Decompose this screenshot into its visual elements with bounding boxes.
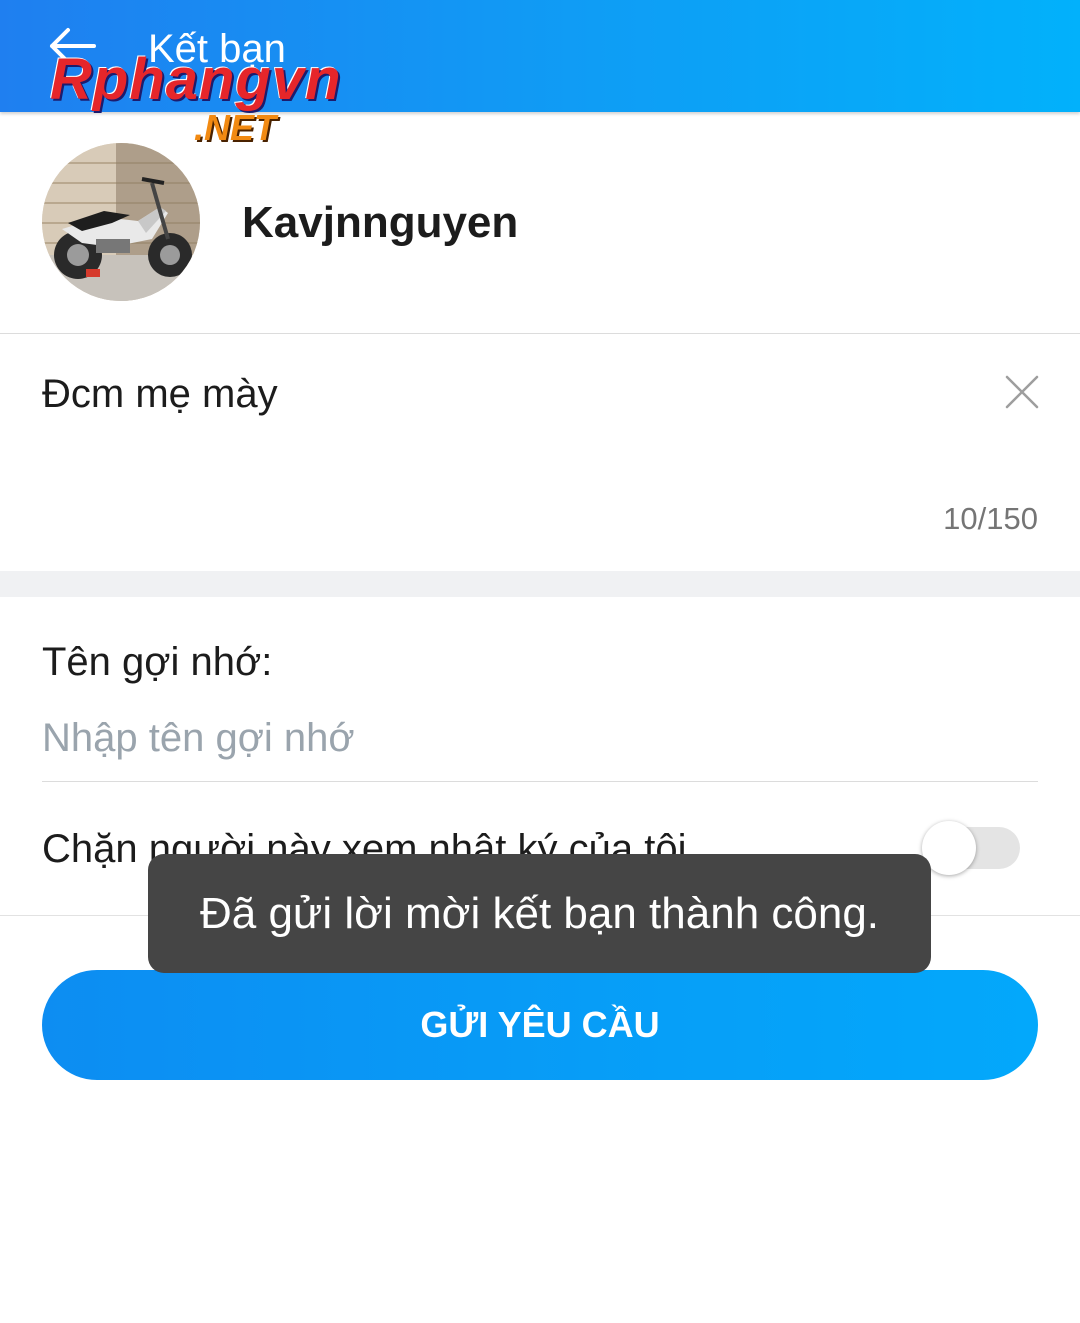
close-icon[interactable]: [1002, 372, 1042, 412]
toast-message: Đã gửi lời mời kết bạn thành công.: [148, 854, 931, 973]
invite-message-field[interactable]: Đcm mẹ mày: [42, 372, 278, 417]
watermark-logo: Rphangvn .NET: [50, 48, 390, 152]
divider: [0, 333, 1080, 334]
avatar: [42, 143, 200, 301]
divider: [42, 781, 1038, 782]
nickname-label: Tên gợi nhớ:: [42, 640, 273, 684]
watermark-suffix-text: .NET: [194, 107, 277, 148]
section-separator: [0, 571, 1080, 597]
nickname-input[interactable]: [42, 708, 1038, 768]
send-request-button[interactable]: GỬI YÊU CẦU: [42, 970, 1038, 1080]
motorbike-photo-image: [42, 143, 200, 301]
char-counter: 10/150: [943, 501, 1038, 536]
block-diary-toggle[interactable]: [922, 821, 1020, 875]
watermark-main-text: Rphangvn: [50, 47, 342, 112]
profile-name: Kavjnnguyen: [242, 198, 519, 247]
